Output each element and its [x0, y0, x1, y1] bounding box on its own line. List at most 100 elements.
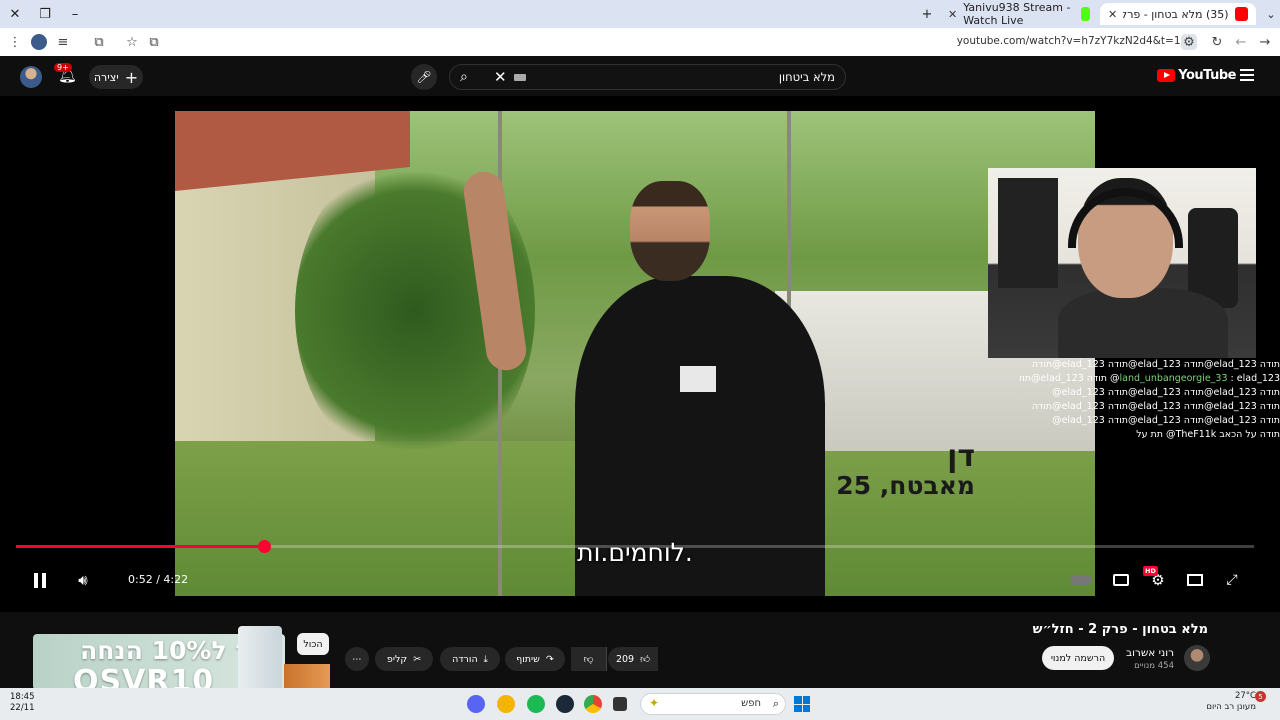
kick-favicon-icon: [1080, 7, 1090, 21]
copilot-sparkle-icon: ✦: [649, 696, 660, 710]
volume-icon[interactable]: 🔊︎: [72, 568, 94, 592]
clock-time: 18:45: [10, 692, 35, 702]
create-button[interactable]: יצירה +: [89, 65, 143, 89]
tab-close-icon[interactable]: ✕: [948, 8, 957, 21]
video-player[interactable]: דן מאבטח, 25 לוחמים.ות. תודה elad_123@תו…: [0, 96, 1280, 612]
chat-message: land_unbangeorgie_33 : elad_123@ תודה 12…: [1020, 372, 1280, 386]
reload-icon[interactable]: ↻: [1209, 34, 1225, 50]
steam-icon[interactable]: [556, 695, 574, 713]
chip-all[interactable]: הכול: [297, 633, 329, 655]
fullscreen-icon[interactable]: ⤢: [1222, 570, 1242, 590]
person-on-swing: [575, 181, 825, 596]
scrubber-handle[interactable]: [257, 540, 271, 553]
system-clock[interactable]: 18:45 22/11: [10, 692, 35, 714]
tab-close-icon[interactable]: ✕: [1108, 8, 1117, 21]
tab-title: Yanivu938 Stream - Watch Live: [963, 1, 1071, 27]
file-explorer-icon[interactable]: [613, 697, 627, 711]
youtube-logo[interactable]: YouTube: [1157, 68, 1236, 83]
site-settings-icon[interactable]: ⚙: [1181, 34, 1197, 50]
download-button[interactable]: הורדה ⤓: [440, 647, 500, 671]
menu-dots-icon[interactable]: ⋮: [7, 34, 23, 50]
weather-widget[interactable]: 27°C מעונן רב היום: [1206, 691, 1256, 713]
chat-message: תודה elad_123@תודה elad_123@תודה 123_ela…: [1020, 358, 1280, 372]
download-label: הורדה: [452, 653, 478, 665]
youtube-logo-text: YouTube: [1178, 68, 1236, 83]
taskbar-search[interactable]: ✦ חפש ⌕: [640, 693, 786, 715]
subtitles-button[interactable]: [1111, 570, 1131, 590]
chat-message: תודה 123_elad@תודה elad_123@תודה 123_ela…: [1020, 400, 1280, 414]
back-icon[interactable]: ←: [1233, 34, 1249, 50]
clip-button[interactable]: קליפ ✂: [375, 647, 433, 671]
search-query: מלא ביטחון: [778, 70, 835, 84]
chat-text: תודה 123_elad@תודה elad_123@תודה 123_ela…: [1031, 401, 1280, 412]
account-avatar[interactable]: [20, 66, 42, 88]
discord-icon[interactable]: [467, 695, 485, 713]
search-icon: ⌕: [772, 697, 779, 710]
reading-list-icon[interactable]: ≡: [55, 34, 71, 50]
download-icon: ⤓: [483, 653, 488, 665]
voice-search-icon[interactable]: 🎤︎: [411, 64, 437, 90]
video-info: מלא בטחון - פרק 2 - חזל״ש רוני אשרוב 454…: [0, 612, 1280, 690]
pause-button[interactable]: [30, 568, 50, 592]
restore-window-icon[interactable]: ❐: [30, 0, 60, 28]
hd-badge: HD: [1143, 566, 1158, 576]
scissors-icon: ✂: [413, 653, 422, 665]
forward-icon[interactable]: →: [1257, 34, 1273, 50]
weather-desc: מעונן רב היום: [1206, 702, 1256, 712]
chat-text: תודה 123_elad@תודה elad_123@תודה 123_ela…: [1052, 387, 1280, 398]
dislike-button[interactable]: 👎︎: [571, 647, 607, 671]
subscribe-button[interactable]: הרשמה למנוי: [1042, 646, 1114, 670]
tab-stream[interactable]: ✕ Yanivu938 Stream - Watch Live: [940, 1, 1098, 27]
chat-message: תודה 123_elad@תודה elad_123@תודה 123_ela…: [1020, 386, 1280, 400]
tab-youtube[interactable]: ✕ (35) מלא בטחון - פרק 2 - ח: [1100, 3, 1256, 25]
theater-mode-icon[interactable]: [1185, 570, 1205, 590]
sponsor-code-text: OSVR10: [73, 664, 215, 690]
share-icon: ↷: [545, 653, 554, 665]
weather-badge: 5: [1255, 691, 1266, 702]
spotify-icon[interactable]: [527, 695, 545, 713]
clear-search-icon[interactable]: ✕: [494, 68, 507, 86]
create-label: יצירה: [93, 70, 119, 84]
chat-username: land_unbangeorgie_33: [1119, 373, 1228, 384]
thumbs-up-icon: 👍︎: [640, 654, 651, 665]
app-icon[interactable]: [497, 695, 515, 713]
channel-name[interactable]: רוני אשרוב: [1126, 647, 1174, 659]
video-frame[interactable]: דן מאבטח, 25 לוחמים.ות.: [175, 111, 1095, 596]
share-label: שיתוף: [516, 653, 540, 665]
windows-taskbar: 18:45 22/11 ✦ חפש ⌕ 27°C מעונן רב היום 5: [0, 688, 1280, 720]
tab-search-icon[interactable]: ⌄: [1256, 0, 1280, 28]
tab-title: (35) מלא בטחון - פרק 2 - ח: [1123, 7, 1229, 21]
bookmark-star-icon[interactable]: ☆: [124, 34, 140, 50]
more-actions-button[interactable]: ⋯: [345, 647, 369, 671]
headset: [1068, 188, 1183, 248]
chat-text: תודה על הכאב TheF11k@ תת על: [1136, 429, 1280, 440]
guide-menu-icon[interactable]: [1240, 69, 1254, 81]
url-text[interactable]: youtube.com/watch?v=h7zY7kzN2d4&t=1s: [957, 35, 1186, 47]
chat-text: תודה 123_elad@תודה elad_123@תודה 123_ela…: [1052, 415, 1280, 426]
search-icon[interactable]: ⌕: [460, 69, 468, 85]
chat-message: תודה 123_elad@תודה elad_123@תודה 123_ela…: [1020, 414, 1280, 428]
share-page-icon[interactable]: ⧉: [146, 34, 162, 50]
thumbs-down-icon: 👎︎: [583, 654, 594, 665]
minimize-window-icon[interactable]: –: [60, 0, 90, 28]
lower-third: דן מאבטח, 25: [836, 441, 975, 499]
more-icon: ⋯: [352, 653, 362, 665]
windows-start-icon[interactable]: [794, 696, 810, 712]
extensions-icon[interactable]: ⧉: [91, 34, 107, 50]
like-button[interactable]: 209 👍︎: [608, 647, 658, 671]
share-button[interactable]: שיתוף ↷: [505, 647, 565, 671]
profile-icon[interactable]: [31, 34, 47, 50]
channel-avatar[interactable]: [1184, 645, 1210, 671]
streamer-webcam: [988, 168, 1256, 358]
chrome-icon[interactable]: [584, 695, 602, 713]
new-tab-button[interactable]: +: [912, 0, 942, 28]
close-window-icon[interactable]: ✕: [0, 0, 30, 28]
search-input[interactable]: ⌕ ✕ מלא ביטחון: [449, 64, 846, 90]
stream-chat-overlay: תודה elad_123@תודה elad_123@תודה 123_ela…: [1020, 358, 1280, 442]
clock-date: 22/11: [10, 703, 35, 713]
chat-text: תודה elad_123@תודה elad_123@תודה 123_ela…: [1031, 359, 1280, 370]
autoplay-toggle[interactable]: [1068, 570, 1094, 590]
caption-text: לוחמים.ות.: [577, 538, 693, 567]
keyboard-icon[interactable]: [514, 74, 526, 81]
progress-bar[interactable]: [16, 540, 1254, 553]
